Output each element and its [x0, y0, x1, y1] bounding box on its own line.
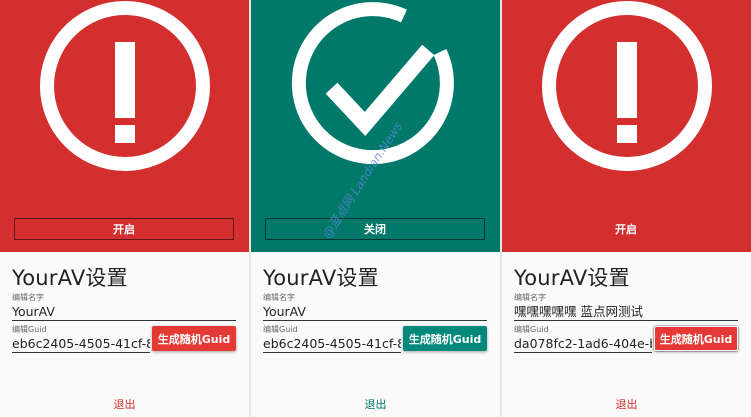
status-header: 开启: [0, 0, 249, 252]
status-header: 关闭: [251, 0, 500, 252]
exclamation-circle-icon: [40, 1, 210, 171]
guid-field-label: 编辑Guid: [263, 325, 298, 334]
toggle-button[interactable]: 开启: [516, 218, 736, 240]
settings-title: YourAV设置: [514, 266, 630, 290]
av-panel-2: 关闭 YourAV设置 编辑名字 YourAV 编辑Guid eb6c2405-…: [251, 0, 500, 417]
name-field-label: 编辑名字: [514, 293, 546, 302]
av-panel-3: 开启 YourAV设置 编辑名字 嘿嘿嘿嘿嘿 蓝点网测试 编辑Guid da07…: [502, 0, 751, 417]
exit-button[interactable]: 退出: [0, 396, 249, 412]
guid-field[interactable]: da078fc2-1ad6-404e-b9: [514, 335, 652, 353]
check-circle-icon: [291, 2, 454, 165]
name-field[interactable]: YourAV: [12, 303, 236, 321]
exclamation-circle-icon: [542, 1, 712, 171]
guid-field[interactable]: eb6c2405-4505-41cf-80b: [12, 335, 150, 353]
guid-field[interactable]: eb6c2405-4505-41cf-80b: [263, 335, 401, 353]
guid-field-label: 编辑Guid: [12, 325, 47, 334]
exit-button[interactable]: 退出: [502, 396, 751, 412]
name-field-label: 编辑名字: [12, 293, 44, 302]
exit-button[interactable]: 退出: [251, 396, 500, 412]
generate-guid-button[interactable]: 生成随机Guid: [653, 325, 739, 352]
name-field-label: 编辑名字: [263, 293, 295, 302]
toggle-button[interactable]: 关闭: [265, 218, 485, 240]
av-panel-1: 开启 YourAV设置 编辑名字 YourAV 编辑Guid eb6c2405-…: [0, 0, 249, 417]
guid-field-label: 编辑Guid: [514, 325, 549, 334]
settings-title: YourAV设置: [263, 266, 379, 290]
generate-guid-button[interactable]: 生成随机Guid: [152, 326, 236, 351]
status-header: 开启: [502, 0, 751, 252]
toggle-button[interactable]: 开启: [14, 218, 234, 240]
settings-title: YourAV设置: [12, 266, 128, 290]
name-field[interactable]: YourAV: [263, 303, 487, 321]
name-field[interactable]: 嘿嘿嘿嘿嘿 蓝点网测试: [514, 303, 738, 321]
generate-guid-button[interactable]: 生成随机Guid: [403, 326, 487, 351]
